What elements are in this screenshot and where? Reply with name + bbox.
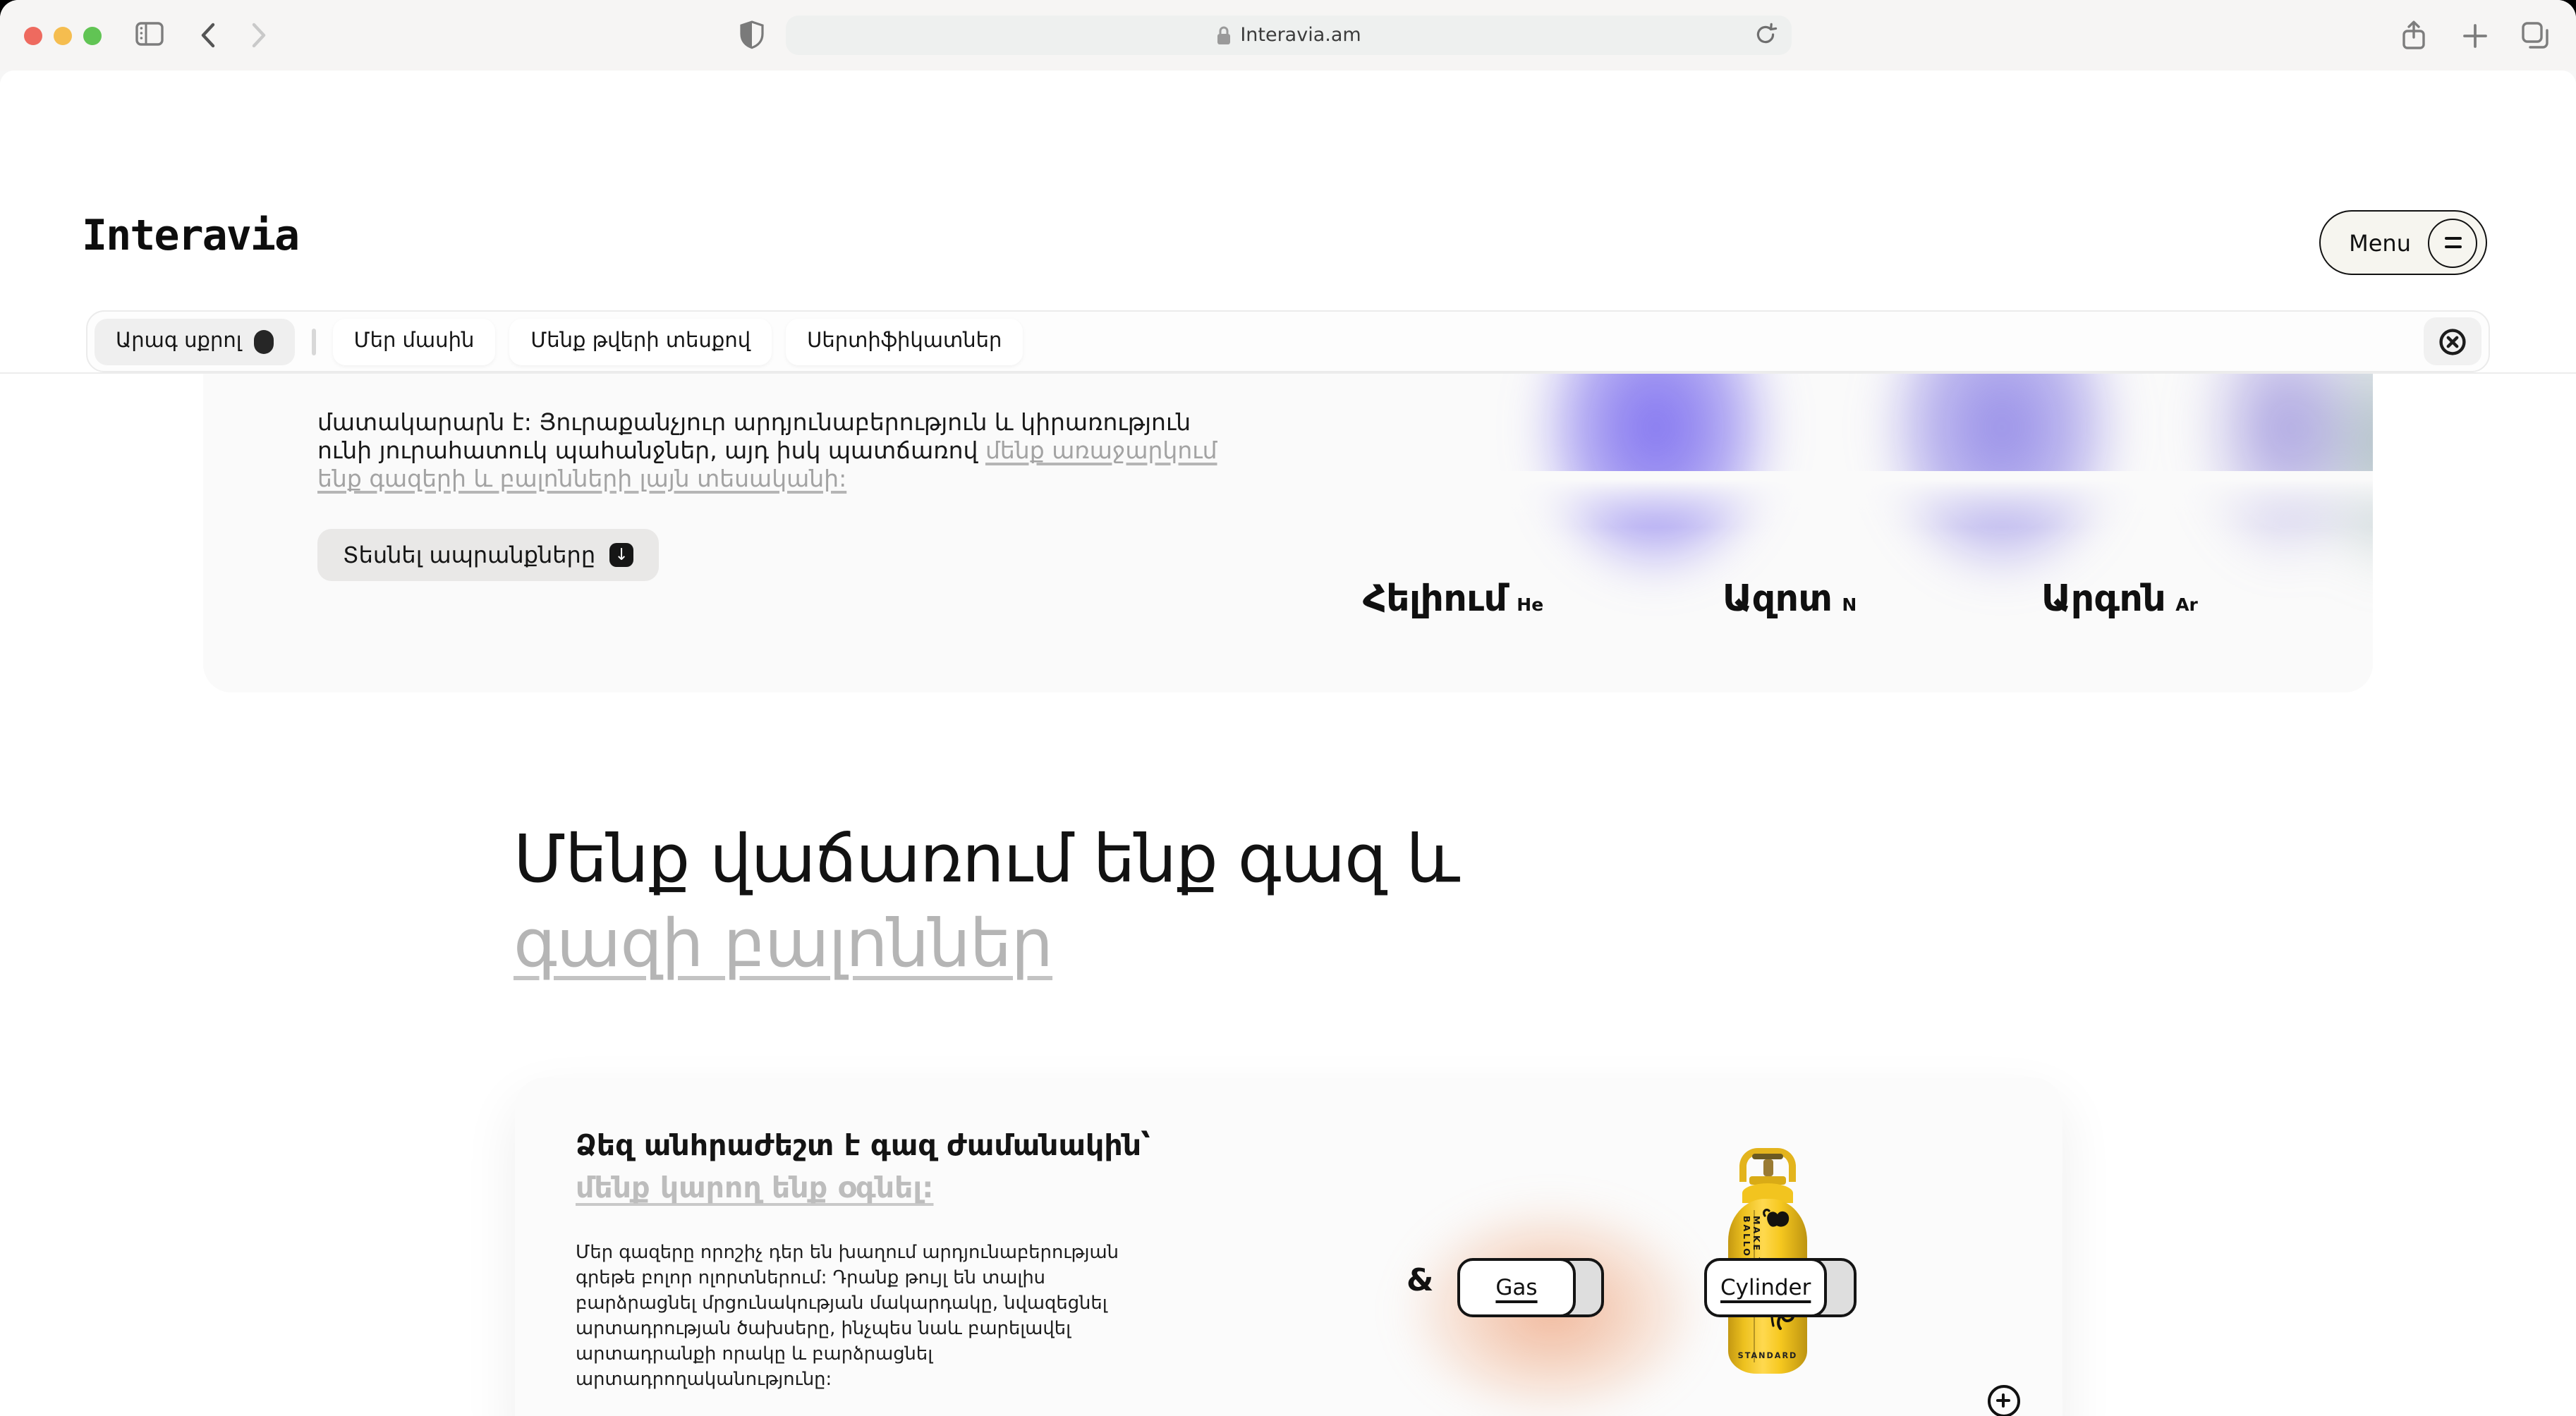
cylinder-valve (1763, 1159, 1773, 1176)
nav-close-button[interactable] (2424, 317, 2481, 365)
card-paragraph: Մեր գազերը որոշիչ դեր են խաղում արդյունա… (576, 1241, 1129, 1393)
gas-key-button[interactable]: Gas (1457, 1258, 1604, 1317)
cylinder-valve-handle (1752, 1154, 1783, 1159)
hero-paragraph: մատակարարն է: Յուրաքանչյուր արդյունաբերո… (317, 409, 1248, 493)
offer-card: Ձեզ անհրաժեշտ է գազ ժամանակին՝ մենք կարո… (515, 1078, 2062, 1416)
minimize-window-button[interactable] (54, 27, 72, 45)
zoom-window-button[interactable] (83, 27, 102, 45)
card-heading-line1: Ձեզ անհրաժեշտ է գազ ժամանակին՝ (576, 1128, 1150, 1162)
card-heading-line2-link[interactable]: մենք կարող ենք օգնել: (576, 1171, 934, 1204)
sidebar-toggle-icon[interactable] (135, 21, 164, 47)
tab-overview-icon[interactable] (2521, 21, 2551, 49)
tls-lock-icon (1216, 25, 1232, 45)
balloon-dog-doodle (1759, 1207, 1796, 1250)
hamburger-icon (2428, 218, 2477, 267)
privacy-shield-icon[interactable] (739, 20, 765, 49)
back-icon[interactable] (200, 23, 216, 48)
download-arrow-icon: ↓ (609, 543, 633, 567)
gas-label-argon: Արգոն Ar (2041, 578, 2198, 621)
url-text: Interavia.am (1240, 24, 1361, 47)
gas-label-helium: Հելիում He (1363, 578, 1543, 621)
headline-line1: Մենք վաճառում ենք գազ և (514, 818, 1459, 903)
close-window-button[interactable] (24, 27, 42, 45)
web-page: Հելիում He Ազոտ N Արգոն Ar մատակարարն է:… (0, 71, 2576, 1416)
site-logo[interactable]: Interavia (82, 212, 298, 261)
site-header: Interavia Menu Արագ սքրոլ Մեր մասին Մենք… (0, 71, 2576, 374)
nav-quick-scroll[interactable]: Արագ սքրոլ (95, 318, 296, 365)
headline-line2-link[interactable]: գազի բալոններ (514, 903, 1459, 987)
page-navbar: Արագ սքրոլ Մեր մասին Մենք թվերի տեսքով Ս… (86, 310, 2490, 372)
cylinder-key-button[interactable]: Cylinder (1704, 1258, 1857, 1317)
forward-icon[interactable] (251, 23, 267, 48)
close-circle-icon (2438, 326, 2467, 356)
nav-divider (312, 328, 316, 355)
section-headline: Մենք վաճառում ենք գազ և գազի բալոններ (514, 818, 1459, 987)
expand-plus-button[interactable] (1988, 1385, 2020, 1416)
browser-toolbar: Interavia.am (0, 0, 2576, 71)
see-products-button[interactable]: Տեսնել ապրանքները ↓ (317, 529, 659, 581)
scroll-blob-icon (255, 329, 274, 353)
nav-item-numbers[interactable]: Մենք թվերի տեսքով (509, 318, 772, 365)
cylinder-standard-text: STANDARD (1728, 1353, 1807, 1361)
menu-button[interactable]: Menu (2319, 210, 2487, 275)
gas-label-nitrogen: Ազոտ N (1723, 578, 1857, 621)
nav-item-certificates[interactable]: Սերտիֆիկատներ (786, 318, 1023, 365)
address-bar[interactable]: Interavia.am (786, 16, 1792, 55)
safari-window: Interavia.am Հել (0, 0, 2576, 1416)
new-tab-icon[interactable] (2463, 24, 2487, 48)
share-icon[interactable] (2401, 20, 2426, 51)
reload-icon[interactable] (1754, 23, 1778, 47)
nav-item-about[interactable]: Մեր մասին (333, 318, 496, 365)
ampersand: & (1407, 1264, 1433, 1299)
